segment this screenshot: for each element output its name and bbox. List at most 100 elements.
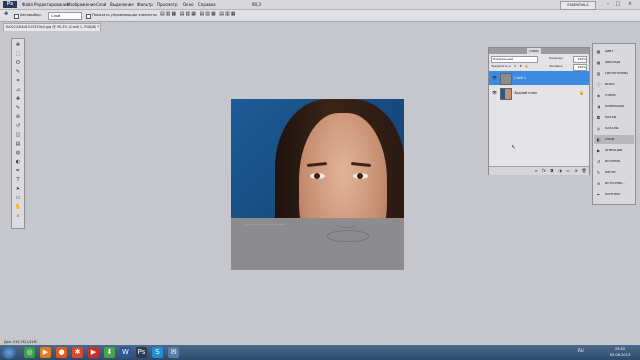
link-icon[interactable]: ∞ (533, 168, 539, 173)
layer-row[interactable]: 👁 Задний план 🔒 (489, 86, 589, 100)
gray-strip-lips (327, 230, 369, 242)
brush-icon[interactable]: ✎ (14, 105, 22, 112)
chrome-icon[interactable]: ◎ (24, 347, 35, 358)
layer-name[interactable]: Задний план (514, 90, 537, 96)
dock-item-2[interactable]: ▥ ГИСТОГРАММА (594, 69, 634, 78)
path-select-icon[interactable]: ➤ (14, 186, 22, 193)
mouse-cursor-icon: ↖ (511, 144, 517, 151)
firefox-icon[interactable]: ● (56, 347, 67, 358)
youtube-icon[interactable]: ▶ (88, 347, 99, 358)
menu-layer[interactable]: Слой (96, 1, 106, 8)
close-icon[interactable]: × (626, 1, 634, 8)
panel-dock: ▦ ЦВЕТ ▦ ОБРАЗЦЫ ▥ ГИСТОГРАММА ⓘ ИНФО ◈ СТИЛИ ◑ КОР… (592, 43, 636, 205)
move-tool-icon[interactable]: ✥ (4, 12, 8, 17)
dodge-icon[interactable]: ◐ (14, 159, 22, 166)
utorrent-icon[interactable]: ⬇ (104, 347, 115, 358)
dock-item-0[interactable]: ▦ ЦВЕТ (594, 47, 634, 56)
marquee-icon[interactable]: ⬚ (14, 51, 22, 58)
menu-window[interactable]: Окно (183, 1, 194, 8)
menu-help[interactable]: Справка (198, 1, 216, 8)
opacity-label: Непрозр.: (549, 56, 565, 60)
autoselect-checkbox[interactable] (14, 14, 19, 19)
move-icon[interactable]: ✥ (14, 42, 22, 49)
language-indicator[interactable]: RU (578, 348, 584, 354)
photoshop-icon[interactable]: Ps (136, 347, 147, 358)
dock-item-9[interactable]: ▶ ОПЕРАЦИИ (594, 146, 634, 155)
healing-icon[interactable]: ✚ (14, 96, 22, 103)
visibility-eye-icon[interactable]: 👁 (492, 75, 497, 80)
opacity-field[interactable]: 100% (573, 56, 587, 63)
new-layer-icon[interactable]: ⊕ (573, 168, 579, 173)
layer-thumbnail (500, 73, 512, 85)
menu-filter[interactable]: Фильтр (137, 1, 153, 8)
dock-item-1[interactable]: ▦ ОБРАЗЦЫ (594, 58, 634, 67)
dock-item-5[interactable]: ◑ КОРРЕКЦИЯ (594, 102, 634, 111)
menu-file[interactable]: Файл (22, 1, 33, 8)
dock-item-13[interactable]: ✒ КОНТУРЫ (594, 190, 634, 199)
adjustment-icon[interactable]: ◑ (557, 168, 563, 173)
eyedropper-icon[interactable]: ⊿ (14, 87, 22, 94)
document-tab[interactable]: fb02224f4d1513333e3.jpg @ 90,3% (Слой 1,… (3, 23, 101, 31)
maximize-icon[interactable]: □ (614, 1, 622, 8)
start-button[interactable] (2, 346, 16, 359)
shape-icon[interactable]: ▭ (14, 195, 22, 202)
show-controls-checkbox[interactable] (86, 14, 91, 19)
dock-item-label: ГИСТОГРАММА (605, 71, 629, 75)
dock-panel-icon: ↺ (596, 159, 601, 164)
clock-date[interactable]: 05.08.2013 (605, 352, 635, 358)
canvas-image[interactable] (231, 99, 404, 270)
minimize-icon[interactable]: – (604, 1, 612, 8)
dock-item-11[interactable]: ✎ КИСТИ (594, 168, 634, 177)
visibility-eye-icon[interactable]: 👁 (492, 90, 497, 95)
quick-select-icon[interactable]: ✎ (14, 69, 22, 76)
dock-item-4[interactable]: ◈ СТИЛИ (594, 91, 634, 100)
autoselect-dropdown[interactable]: Слой (48, 12, 82, 20)
folder-icon[interactable]: ▭ (565, 168, 571, 173)
autoselect-label: Автовыбор: (20, 13, 42, 17)
skype-icon[interactable]: S (152, 347, 163, 358)
trash-icon[interactable]: 🗑 (581, 168, 587, 173)
dock-panel-icon: ◈ (596, 93, 601, 98)
dock-item-10[interactable]: ↺ ИСТОРИЯ (594, 157, 634, 166)
blend-mode-dropdown[interactable]: Нормальный (491, 56, 538, 63)
menu-select[interactable]: Выделение (110, 1, 134, 8)
photo-eye-left (310, 173, 325, 179)
type-icon[interactable]: T (14, 177, 22, 184)
eraser-icon[interactable]: ◫ (14, 132, 22, 139)
crop-icon[interactable]: ⌗ (14, 78, 22, 85)
hand-icon[interactable]: ✋ (14, 204, 22, 211)
menu-view[interactable]: Просмотр (157, 1, 178, 8)
media-player-icon[interactable]: ▶ (40, 347, 51, 358)
mail-icon[interactable]: ✉ (168, 347, 179, 358)
workspace-switcher[interactable]: ESSENTIALS (560, 1, 596, 10)
menu-image[interactable]: Изображение (67, 1, 96, 8)
blur-icon[interactable]: ◍ (14, 150, 22, 157)
stamp-icon[interactable]: ⊛ (14, 114, 22, 121)
lasso-icon[interactable]: ʘ (14, 60, 22, 67)
dock-item-3[interactable]: ⓘ ИНФО (594, 80, 634, 89)
align-buttons-icon[interactable]: ▤▥▦ ▤▥▦ ▤▥▦ ▤▥▦ (160, 12, 236, 17)
app-icon[interactable]: ✱ (72, 347, 83, 358)
dock-item-6[interactable]: ◘ МАСКИ (594, 113, 634, 122)
dock-item-12[interactable]: ⊛ ИСТОЧНИК... (594, 179, 634, 188)
dock-panel-icon: ⓘ (596, 82, 601, 87)
layer-row-selected[interactable]: 👁 Слой 1 (489, 71, 589, 85)
fx-icon[interactable]: fx (541, 168, 547, 173)
history-brush-icon[interactable]: ↺ (14, 123, 22, 130)
zoom-icon[interactable]: ⌕ (14, 213, 22, 220)
lock-buttons-icon[interactable]: ▫ ✎ ✥ 🔒 (509, 64, 530, 69)
word-icon[interactable]: W (120, 347, 131, 358)
layer-name[interactable]: Слой 1 (514, 75, 526, 81)
options-bar: ✥ Автовыбор: Слой Показать управляющие э… (0, 10, 640, 22)
mask-icon[interactable]: ◘ (549, 168, 555, 173)
fill-field[interactable]: 100% (573, 64, 587, 71)
dock-item-8[interactable]: ◧ СЛОИ (594, 135, 634, 144)
dock-item-label: СЛОИ (605, 137, 614, 141)
pen-icon[interactable]: ✒ (14, 168, 22, 175)
tab-layers[interactable]: СЛОИ (527, 48, 541, 54)
gradient-icon[interactable]: ▤ (14, 141, 22, 148)
dock-item-7[interactable]: ◎ КАНАЛЫ (594, 124, 634, 133)
dock-panel-icon: ✎ (596, 170, 601, 175)
menu-edit[interactable]: Редактирование (34, 1, 69, 8)
zoom-level[interactable]: 90,3 (252, 1, 261, 8)
